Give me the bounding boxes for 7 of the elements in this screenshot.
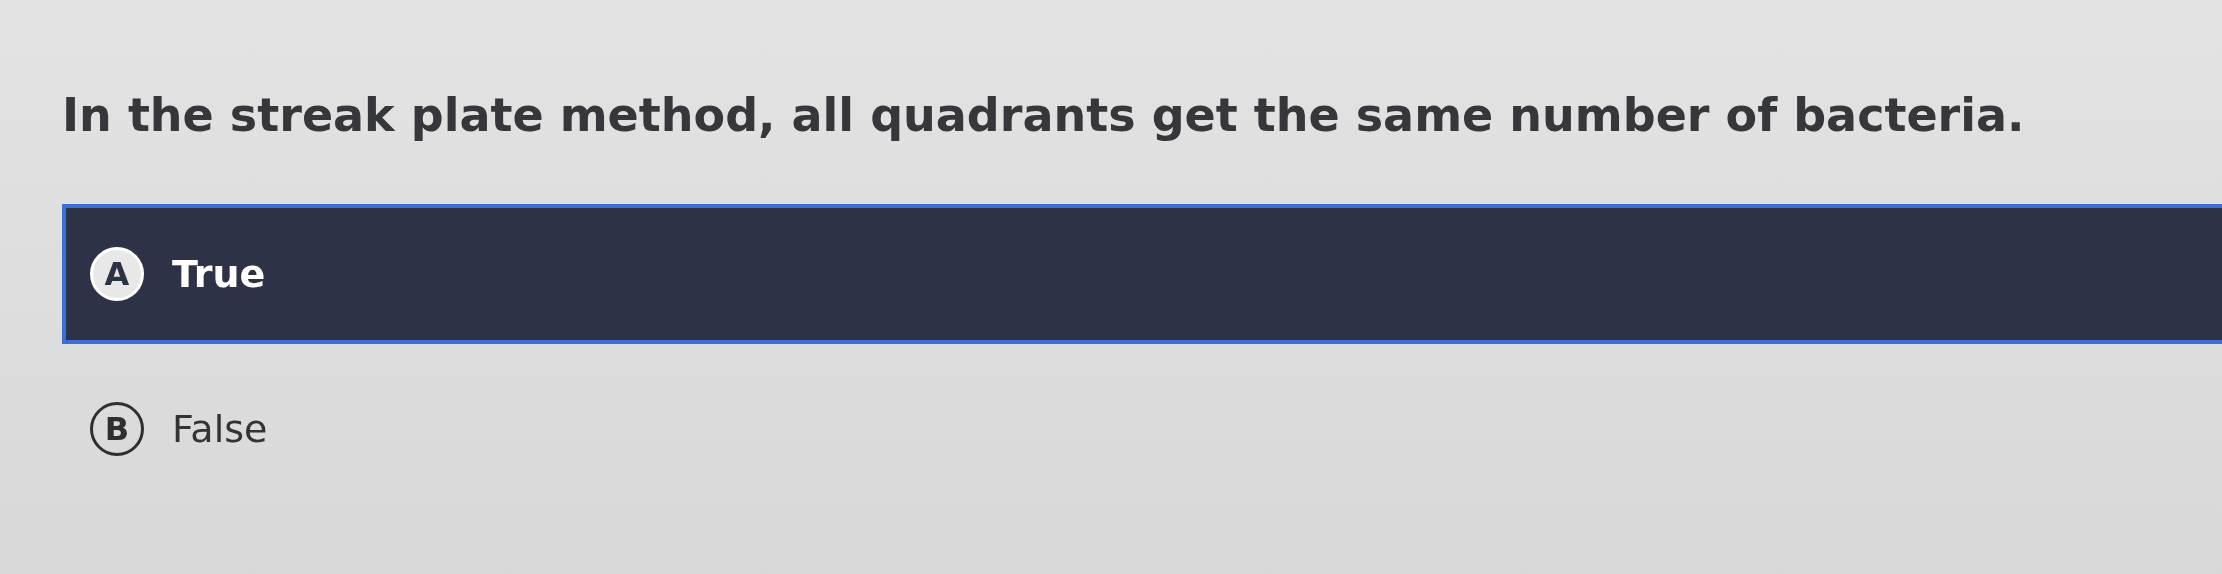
answer-option[interactable]: A True bbox=[62, 204, 2222, 344]
question-text: In the streak plate method, all quadrants get the same number of bacteria. bbox=[62, 88, 2026, 142]
option-letter: B bbox=[90, 402, 144, 456]
option-label: True bbox=[172, 252, 266, 296]
answer-option[interactable]: B False bbox=[62, 384, 2222, 474]
option-label: False bbox=[172, 407, 268, 451]
option-letter: A bbox=[90, 247, 144, 301]
